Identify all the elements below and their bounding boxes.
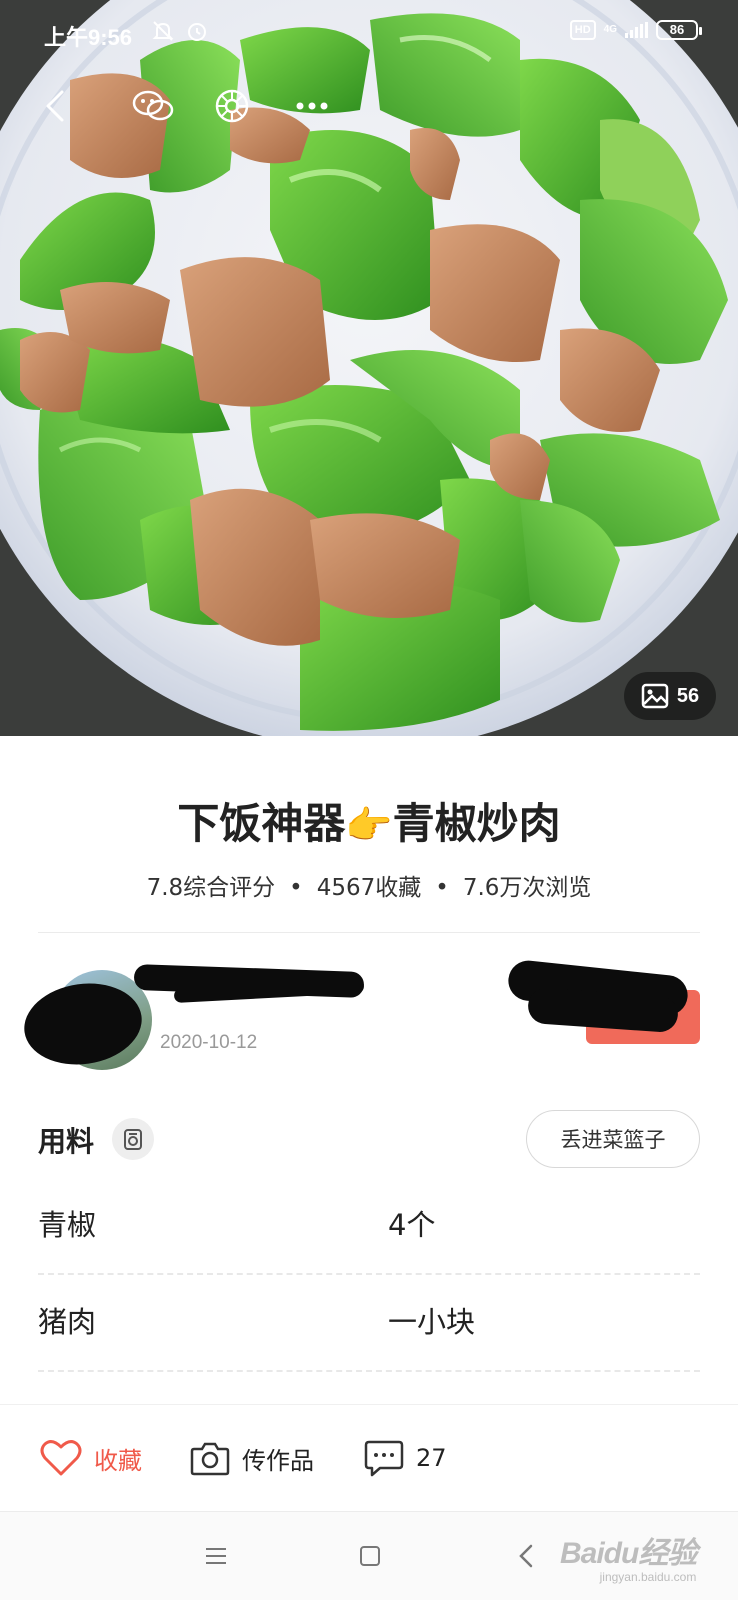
recipe-stats: 7.8综合评分 • 4567收藏 • 7.6万次浏览	[0, 868, 738, 902]
ingredient-quantity: 一小块	[388, 1305, 476, 1339]
system-navigation-bar: Baidu经验 jingyan.baidu.com	[0, 1512, 738, 1600]
moments-icon	[215, 89, 249, 123]
publish-date: 2020-10-12	[160, 1032, 258, 1053]
ingredient-quantity: 4个	[388, 1208, 436, 1242]
photo-count: 56	[676, 684, 700, 707]
battery-icon: 86	[656, 20, 702, 40]
scale-icon	[124, 1129, 142, 1150]
divider	[38, 932, 700, 933]
network-type: 4G	[603, 24, 617, 35]
camera-icon	[190, 1442, 230, 1476]
ingredient-name: 猪肉	[38, 1305, 97, 1339]
image-icon	[641, 683, 669, 709]
heart-icon	[40, 1440, 82, 1476]
back-triangle-icon	[519, 1544, 533, 1568]
square-home-icon	[360, 1546, 380, 1566]
hd-indicator: HD	[569, 20, 596, 40]
chevron-left-icon	[46, 90, 64, 122]
favorite-label: 收藏	[94, 1446, 142, 1475]
baidu-watermark: Baidu经验 jingyan.baidu.com	[560, 1528, 697, 1584]
recipe-title-text-1: 下饭神器	[177, 799, 346, 848]
recipe-title: 下饭神器👉青椒炒肉	[0, 790, 738, 851]
recipe-cover-photo[interactable]: 上午9:56 HD 4G 86 56	[0, 0, 738, 736]
status-bar: 上午9:56 HD 4G 86	[0, 0, 738, 64]
bottom-action-bar: 收藏 传作品 27	[0, 1404, 738, 1512]
menu-icon	[206, 1548, 226, 1564]
ingredient-name: 青椒	[38, 1208, 97, 1242]
more-button[interactable]	[290, 84, 334, 128]
comments-button[interactable]: 27	[364, 1435, 447, 1481]
pointing-hand-emoji: 👉	[345, 803, 393, 847]
favorite-button[interactable]: 收藏	[40, 1435, 142, 1481]
watermark-url: jingyan.baidu.com	[599, 1570, 697, 1584]
author-row: 2020-10-12	[19, 958, 714, 1072]
rating: 7.8综合评分	[146, 875, 276, 901]
upload-work-button[interactable]: 传作品	[190, 1435, 314, 1481]
status-time: 上午9:56	[44, 25, 133, 50]
views-count: 7.6万次浏览	[462, 875, 592, 901]
upload-label: 传作品	[242, 1446, 314, 1475]
recipe-title-text-2: 青椒炒肉	[392, 799, 561, 848]
back-nav-button[interactable]	[506, 1536, 546, 1576]
alarm-icon	[186, 20, 208, 47]
kitchen-scale-button[interactable]	[112, 1118, 154, 1160]
mute-bell-icon	[152, 20, 174, 47]
ingredient-row: 猪肉 一小块	[38, 1275, 700, 1372]
status-indicators: HD 4G 86	[569, 20, 702, 40]
stat-separator: •	[435, 875, 449, 901]
home-nav-button[interactable]	[350, 1536, 390, 1576]
photo-count-badge[interactable]: 56	[624, 672, 716, 720]
more-icon	[296, 102, 328, 110]
ingredients-title: 用料	[38, 1125, 95, 1158]
menu-nav-button[interactable]	[196, 1536, 236, 1576]
watermark-brand: Baidu经验	[560, 1537, 697, 1570]
favorites-count: 4567收藏	[316, 875, 422, 901]
back-button[interactable]	[34, 84, 74, 128]
comment-icon	[364, 1440, 404, 1477]
top-action-bar	[0, 84, 738, 128]
add-to-basket-button[interactable]: 丢进菜篮子	[526, 1110, 700, 1168]
comment-count: 27	[416, 1444, 447, 1472]
share-moments-button[interactable]	[210, 84, 254, 128]
wechat-icon	[132, 90, 174, 121]
signal-icon	[625, 22, 648, 38]
ingredients-header: 用料 丢进菜篮子	[38, 1110, 700, 1170]
ingredient-row: 青椒 4个	[38, 1178, 700, 1275]
stat-separator: •	[289, 875, 303, 901]
share-wechat-button[interactable]	[128, 84, 178, 128]
